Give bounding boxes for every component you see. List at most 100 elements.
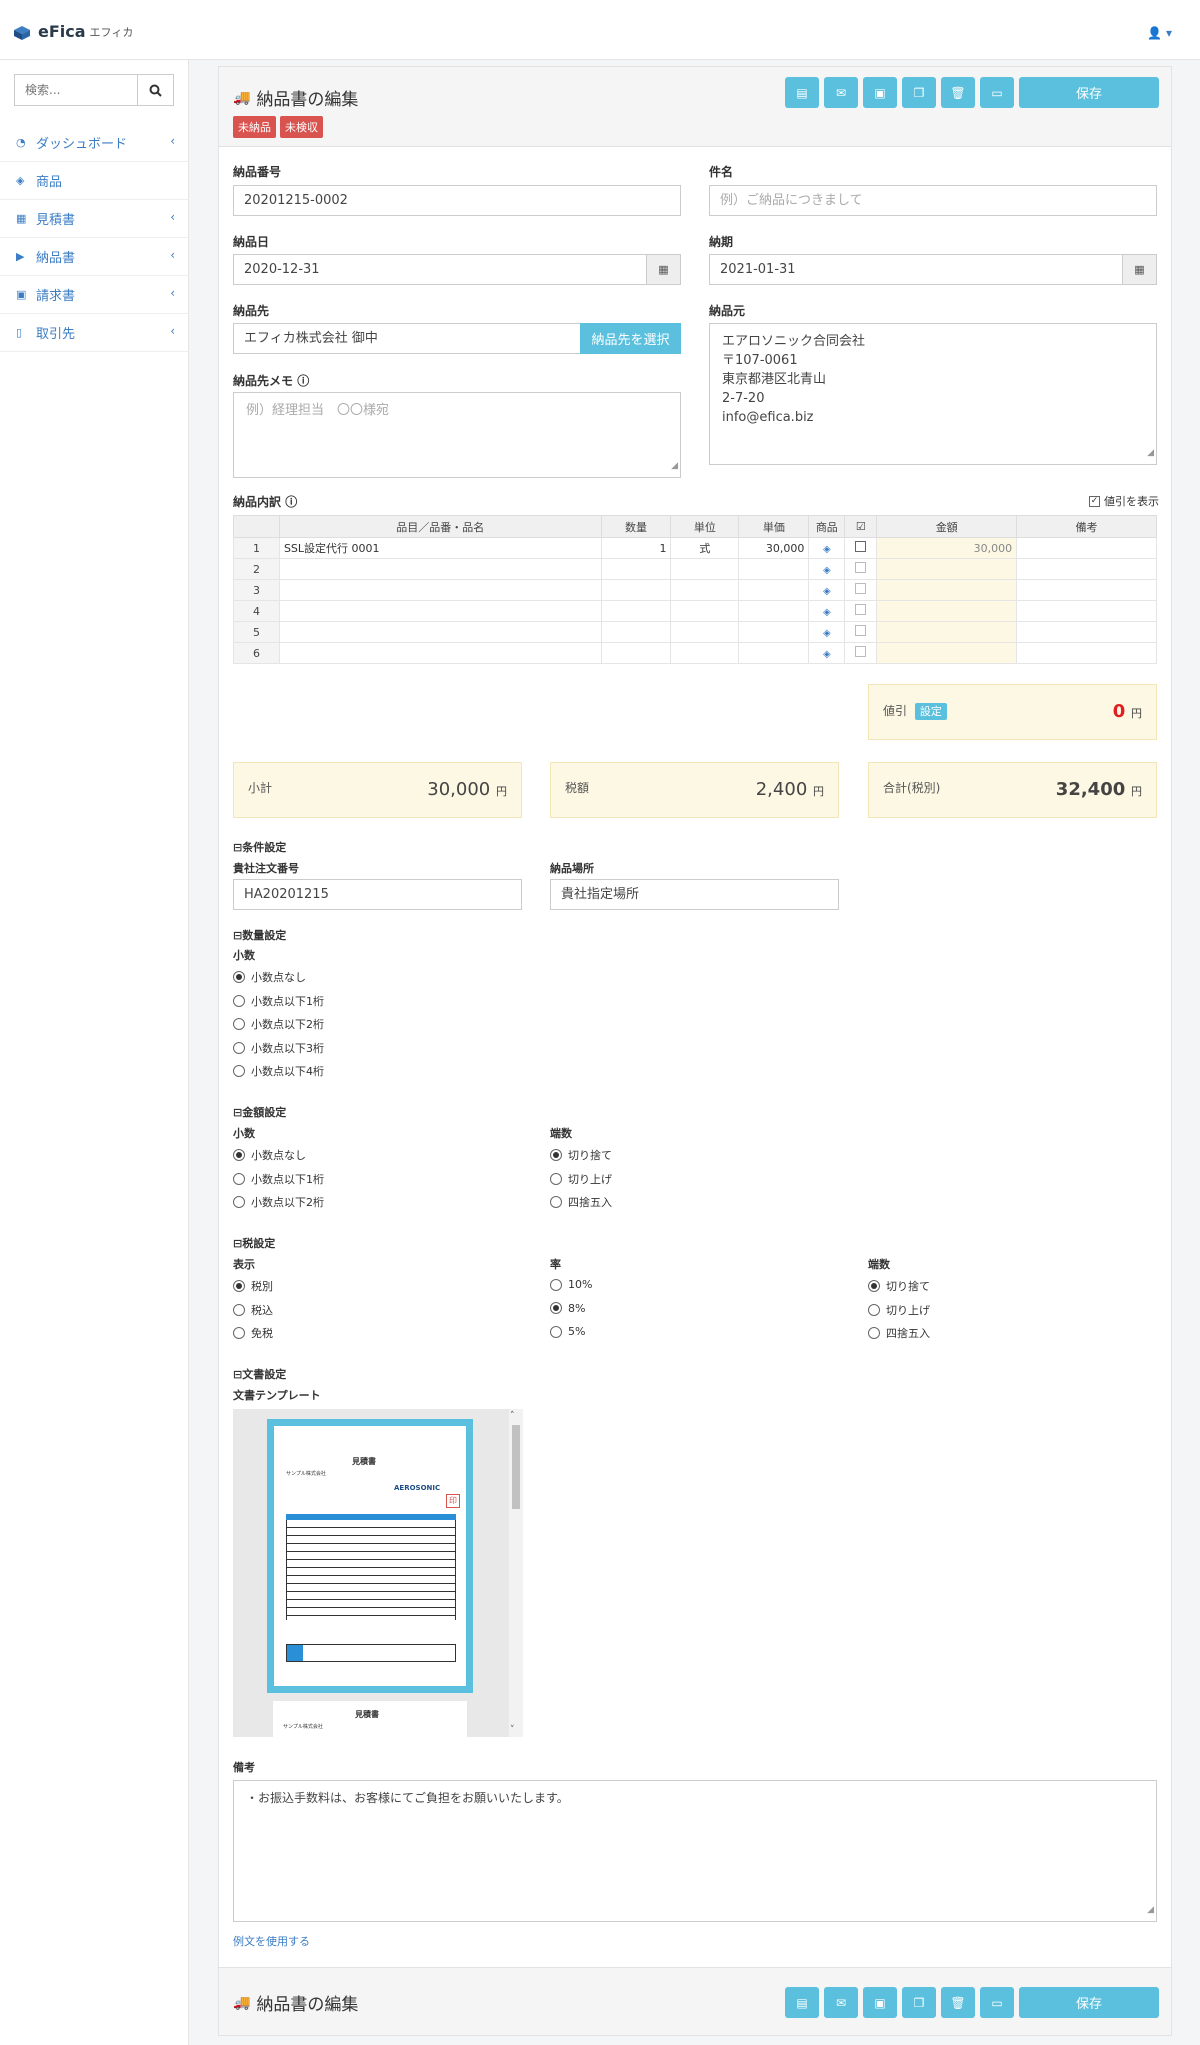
scroll-down-icon[interactable]: ˅ <box>510 1725 515 1735</box>
template-thumbnail-2[interactable]: 見積書 サンプル株式会社 <box>273 1701 467 1737</box>
remarks-textarea[interactable]: ・お振込手数料は、お客様にてご負担をお願いいたします。 ◢ <box>233 1780 1157 1922</box>
product-picker-cell[interactable]: ◈ <box>808 579 846 601</box>
radio-button[interactable] <box>550 1302 562 1314</box>
tax-rounding-option[interactable]: 切り上げ <box>868 1302 930 1318</box>
product-picker-cell[interactable]: ◈ <box>808 600 846 622</box>
radio-button[interactable] <box>550 1325 562 1338</box>
item-name-cell[interactable] <box>278 621 602 643</box>
item-qty-cell[interactable] <box>600 642 672 664</box>
tax-rate-option[interactable]: 10% <box>550 1278 592 1291</box>
row-check-cell[interactable] <box>844 642 878 664</box>
item-price-cell[interactable] <box>738 621 810 643</box>
radio-button[interactable] <box>233 1327 245 1339</box>
from-textarea[interactable]: エアロソニック合同会社 〒107-0061 東京都港区北青山 2-7-20 in… <box>709 323 1157 465</box>
cube-icon[interactable]: ◈ <box>823 565 831 576</box>
tax-rounding-option[interactable]: 切り捨て <box>868 1278 930 1294</box>
resize-grip-icon[interactable]: ◢ <box>1147 444 1154 463</box>
scroll-up-icon[interactable]: ˄ <box>510 1411 515 1421</box>
tax-rounding-option[interactable]: 四捨五入 <box>868 1325 930 1341</box>
template-scrollbar[interactable]: ˄ ˅ <box>509 1409 523 1737</box>
quantity-section-toggle[interactable]: ⊟数量設定 <box>233 927 286 943</box>
template-selected-frame[interactable]: 見積書 サンプル株式会社 AEROSONIC 印 <box>267 1419 473 1693</box>
item-unit-cell[interactable] <box>670 600 740 622</box>
radio-button[interactable] <box>550 1278 562 1291</box>
conditions-section-toggle[interactable]: ⊟条件設定 <box>233 839 286 855</box>
mail-button[interactable]: ✉ <box>824 1987 858 2018</box>
item-unit-cell[interactable] <box>670 621 740 643</box>
quantity-decimal-option[interactable]: 小数点なし <box>233 969 306 985</box>
radio-button[interactable] <box>233 1172 245 1185</box>
amount-rounding-option[interactable]: 切り上げ <box>550 1171 612 1187</box>
product-picker-cell[interactable]: ◈ <box>808 558 846 580</box>
date-picker-button[interactable]: ▦ <box>646 254 681 285</box>
radio-button[interactable] <box>868 1303 880 1316</box>
sidebar-item-products[interactable]: ◈ 商品 <box>0 162 189 200</box>
amount-decimal-option[interactable]: 小数点以下1桁 <box>233 1171 324 1187</box>
deadline-input[interactable]: 2021-01-31 <box>709 254 1123 285</box>
quantity-decimal-option[interactable]: 小数点以下2桁 <box>233 1016 324 1032</box>
amount-decimal-option[interactable]: 小数点なし <box>233 1147 306 1163</box>
item-note-cell[interactable] <box>1016 579 1157 601</box>
order-number-input[interactable]: HA20201215 <box>233 879 522 910</box>
place-input[interactable]: 貴社指定場所 <box>550 879 839 910</box>
scrollbar-thumb[interactable] <box>512 1425 520 1509</box>
resize-grip-icon[interactable]: ◢ <box>671 457 678 476</box>
row-checkbox[interactable] <box>855 604 867 615</box>
use-example-link[interactable]: 例文を使用する <box>233 1933 310 1949</box>
pdf-button[interactable]: ▤ <box>785 1987 819 2018</box>
preview-button[interactable]: ▭ <box>980 1987 1014 2018</box>
item-qty-cell[interactable]: 1 <box>600 537 672 559</box>
subject-input[interactable]: 例）ご納品につきまして <box>709 185 1157 216</box>
item-name-cell[interactable] <box>278 642 602 664</box>
cube-icon[interactable]: ◈ <box>823 628 831 639</box>
cube-icon[interactable]: ◈ <box>823 649 831 660</box>
invoice-button[interactable]: ▣ <box>863 1987 897 2018</box>
date-input[interactable]: 2020-12-31 <box>233 254 647 285</box>
delete-button[interactable]: 🗑 <box>941 1987 975 2018</box>
item-note-cell[interactable] <box>1016 600 1157 622</box>
copy-button[interactable]: ❐ <box>902 1987 936 2018</box>
quantity-decimal-option[interactable]: 小数点以下3桁 <box>233 1040 324 1056</box>
pdf-button[interactable]: ▤ <box>785 77 819 108</box>
sidebar-item-delivery[interactable]: ▶ 納品書 ‹ <box>0 238 189 276</box>
radio-button[interactable] <box>550 1172 562 1185</box>
sidebar-item-estimates[interactable]: ▦ 見積書 ‹ <box>0 200 189 238</box>
save-button[interactable]: 保存 <box>1019 1987 1159 2018</box>
item-note-cell[interactable] <box>1016 642 1157 664</box>
sidebar-item-invoices[interactable]: ▣ 請求書 ‹ <box>0 276 189 314</box>
user-menu[interactable]: 👤 ▾ <box>1147 26 1172 40</box>
save-button[interactable]: 保存 <box>1019 77 1159 108</box>
resize-grip-icon[interactable]: ◢ <box>1147 1901 1154 1920</box>
discount-settings-button[interactable]: 設定 <box>914 703 947 720</box>
row-checkbox[interactable] <box>855 625 867 636</box>
item-qty-cell[interactable] <box>600 579 672 601</box>
invoice-button[interactable]: ▣ <box>863 77 897 108</box>
document-section-toggle[interactable]: ⊟文書設定 <box>233 1366 286 1382</box>
sidebar-item-dashboard[interactable]: ◔ ダッシュボード ‹ <box>0 124 189 162</box>
row-checkbox[interactable] <box>855 541 867 552</box>
preview-button[interactable]: ▭ <box>980 77 1014 108</box>
amount-rounding-option[interactable]: 四捨五入 <box>550 1194 612 1210</box>
to-input[interactable]: エフィカ株式会社 御中 <box>233 323 583 354</box>
radio-button[interactable] <box>550 1196 562 1208</box>
copy-button[interactable]: ❐ <box>902 77 936 108</box>
radio-button[interactable] <box>233 1041 245 1054</box>
radio-button[interactable] <box>233 1280 245 1292</box>
logo[interactable]: eFica エフィカ <box>14 22 133 41</box>
tax-rate-option[interactable]: 8% <box>550 1302 585 1315</box>
row-check-cell[interactable] <box>844 558 878 580</box>
item-name-cell[interactable] <box>278 558 602 580</box>
sidebar-item-clients[interactable]: ▯ 取引先 ‹ <box>0 314 189 352</box>
memo-textarea[interactable]: 例）経理担当 〇〇様宛 ◢ <box>233 392 681 478</box>
discount-toggle[interactable]: ✓ 値引を表示 <box>1089 493 1159 509</box>
item-note-cell[interactable] <box>1016 558 1157 580</box>
item-unit-cell[interactable]: 式 <box>670 537 740 559</box>
radio-button[interactable] <box>233 971 245 983</box>
tax-section-toggle[interactable]: ⊟税設定 <box>233 1235 275 1251</box>
delete-button[interactable]: 🗑 <box>941 77 975 108</box>
radio-button[interactable] <box>550 1149 562 1161</box>
quantity-decimal-option[interactable]: 小数点以下1桁 <box>233 993 324 1009</box>
item-name-cell[interactable] <box>278 600 602 622</box>
row-checkbox[interactable] <box>855 562 867 573</box>
radio-button[interactable] <box>233 1065 245 1077</box>
